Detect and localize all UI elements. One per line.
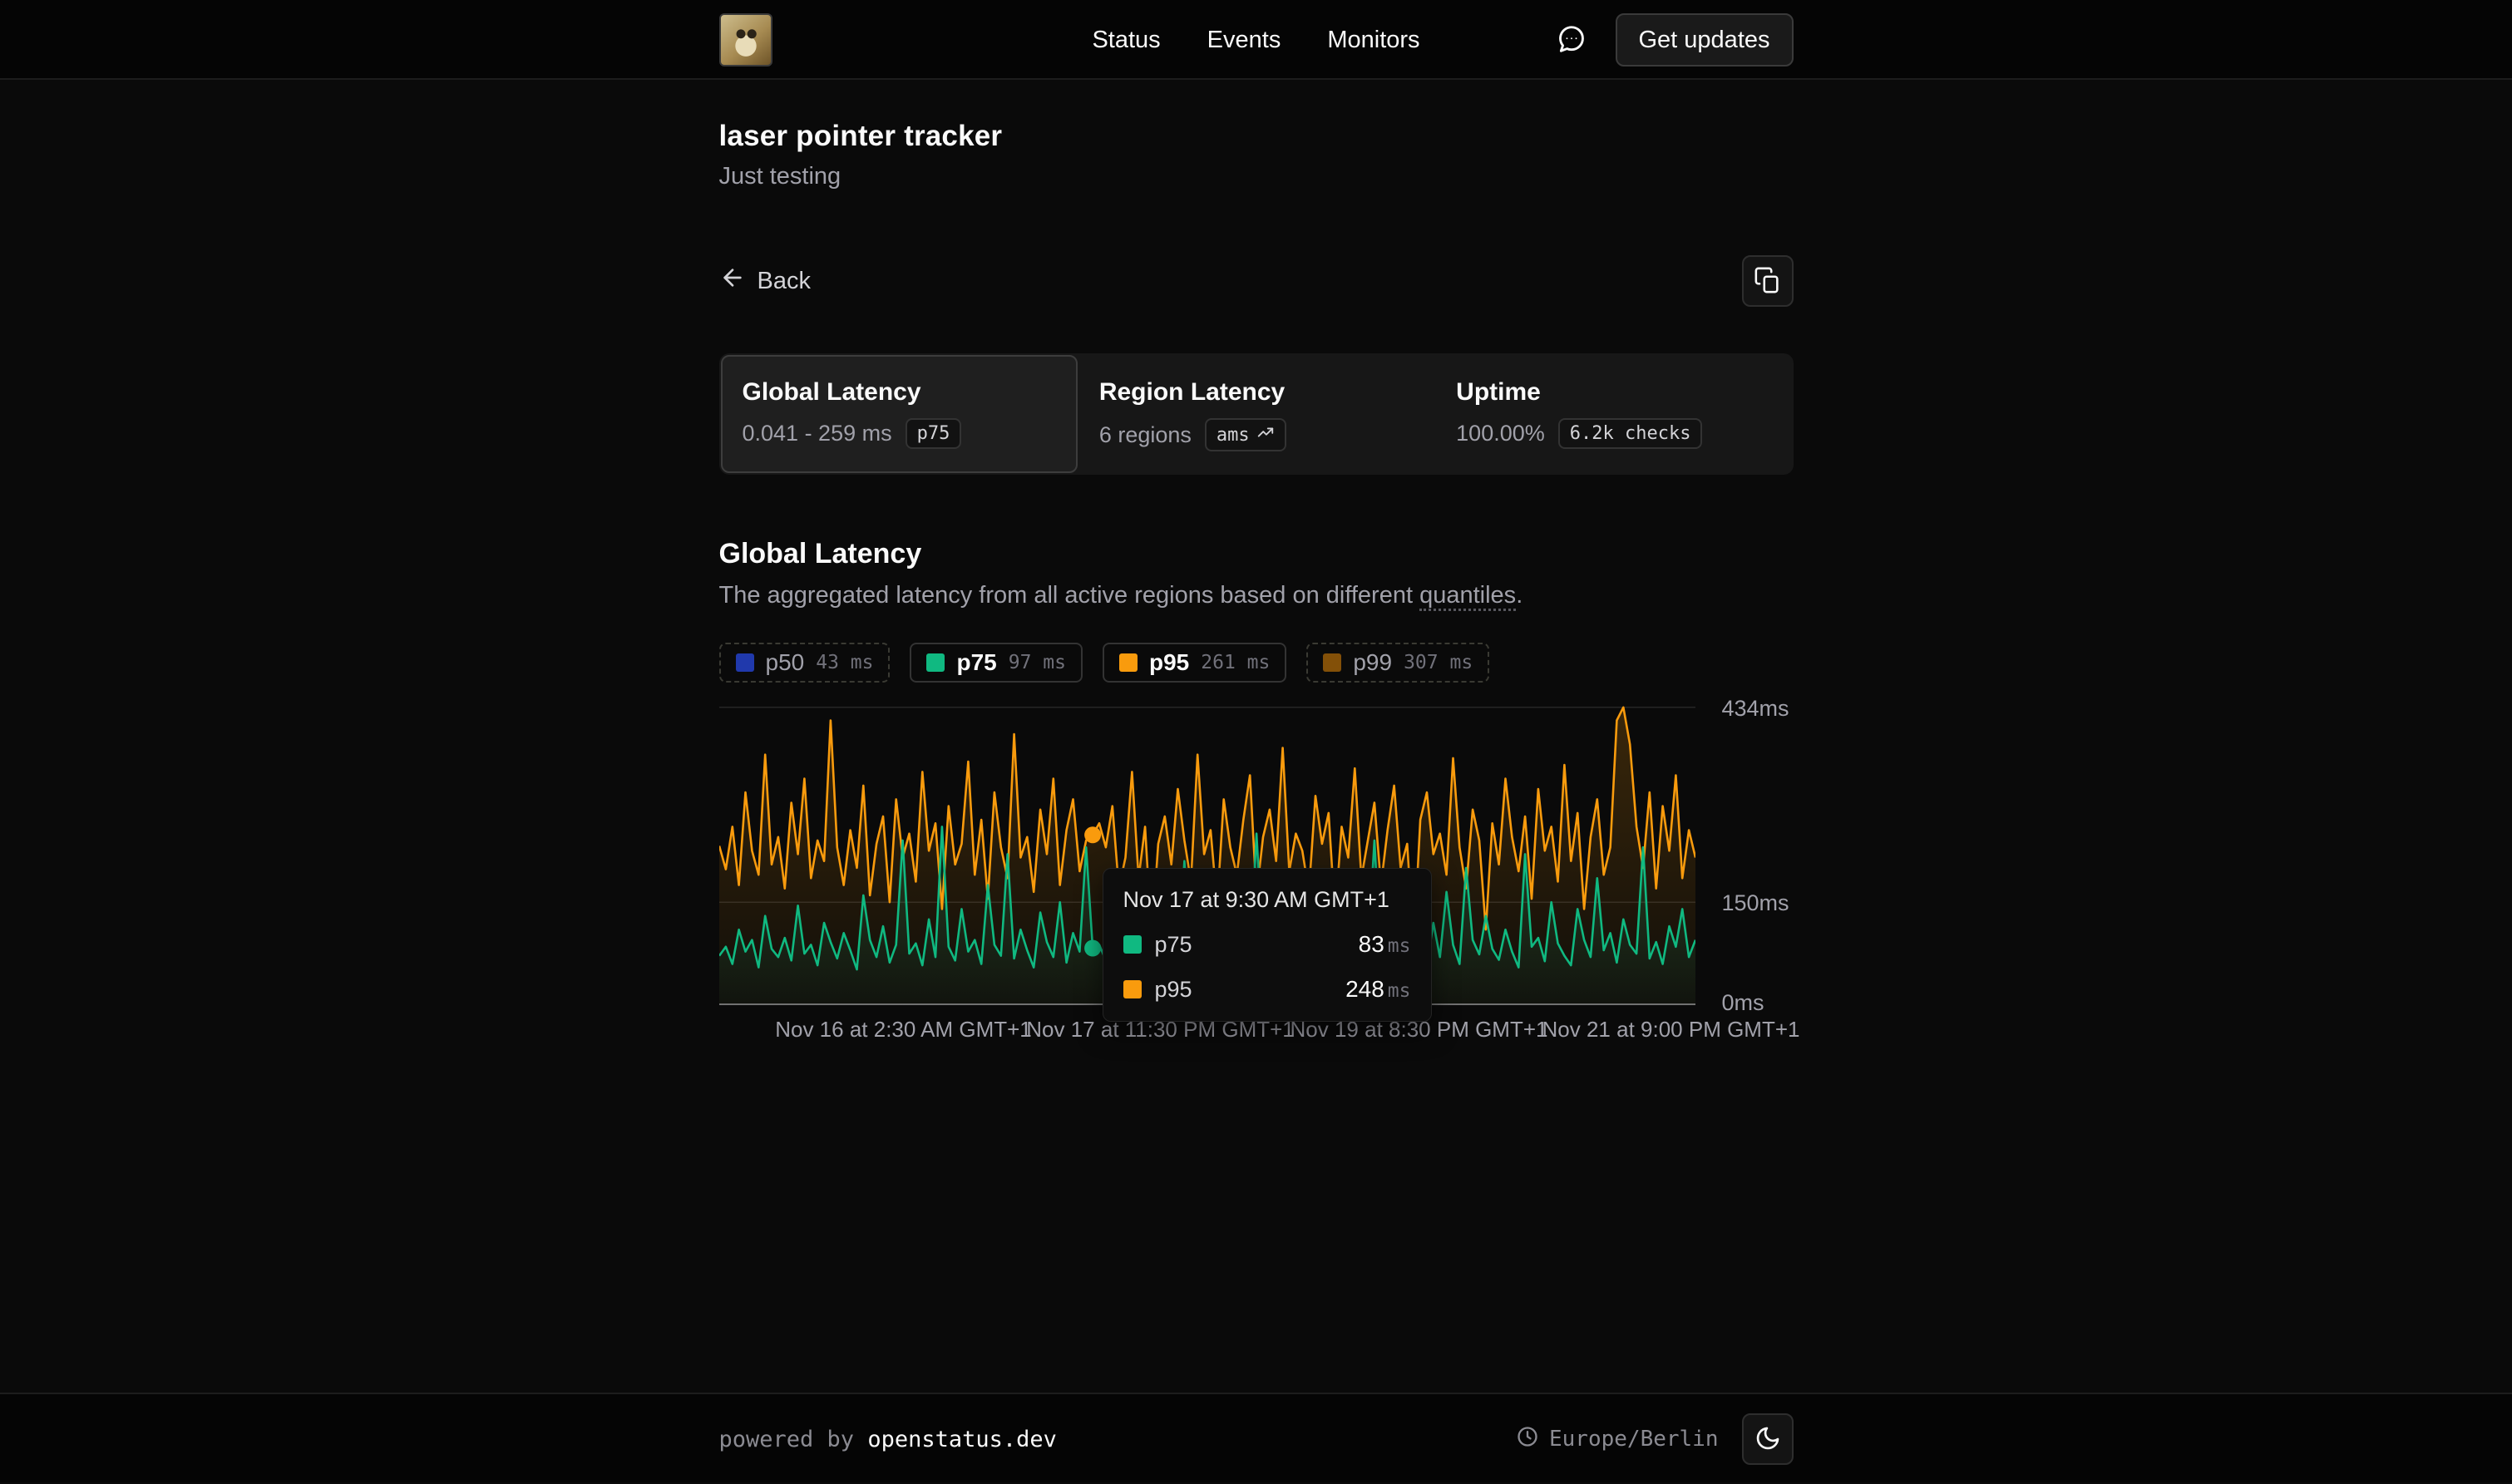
chat-bubble-icon — [1556, 23, 1587, 57]
back-label: Back — [758, 268, 811, 295]
tab-value: 100.00% — [1456, 421, 1545, 446]
region-badge: ams — [1205, 418, 1286, 451]
trending-up-icon — [1256, 423, 1275, 446]
status-page-logo[interactable] — [719, 13, 772, 67]
nav-link-events[interactable]: Events — [1207, 27, 1281, 54]
legend-toggle-p50[interactable]: p50 43 ms — [719, 643, 891, 683]
clock-icon — [1516, 1425, 1539, 1454]
p99-swatch — [1323, 653, 1341, 672]
y-tick-150: 150ms — [1722, 890, 1789, 916]
tab-global-latency[interactable]: Global Latency 0.041 - 259 ms p75 — [721, 355, 1078, 473]
p50-swatch — [736, 653, 754, 672]
copy-link-button[interactable] — [1742, 255, 1794, 307]
checks-badge: 6.2k checks — [1558, 418, 1703, 449]
p75-swatch — [1123, 935, 1142, 954]
tooltip-row-p95: p95 248ms — [1123, 976, 1411, 1003]
legend-toggle-p75[interactable]: p75 97 ms — [910, 643, 1083, 683]
top-nav: Status Events Monitors Get updates — [0, 0, 2512, 80]
p75-swatch — [926, 653, 945, 672]
x-tick-4: Nov 21 at 9:00 PM GMT+1 — [1542, 1017, 1800, 1043]
tooltip-row-p75: p75 83ms — [1123, 931, 1411, 958]
copy-icon — [1754, 266, 1782, 297]
section-heading: Global Latency — [719, 538, 1794, 570]
back-link[interactable]: Back — [719, 264, 811, 298]
quantile-legend: p50 43 ms p75 97 ms p95 261 ms p99 307 m… — [719, 643, 1794, 683]
latency-chart[interactable]: Nov 17 at 9:30 AM GMT+1 p75 83ms p95 248… — [719, 703, 1794, 1050]
y-tick-0: 0ms — [1722, 990, 1764, 1016]
arrow-left-icon — [719, 264, 746, 298]
tab-title: Region Latency — [1099, 378, 1413, 407]
timezone-indicator: Europe/Berlin — [1516, 1425, 1719, 1454]
x-tick-1: Nov 16 at 2:30 AM GMT+1 — [775, 1017, 1032, 1043]
moon-icon — [1754, 1425, 1781, 1454]
tab-title: Global Latency — [743, 378, 1056, 407]
tooltip-timestamp: Nov 17 at 9:30 AM GMT+1 — [1123, 887, 1411, 913]
footer: powered by openstatus.dev Europe/Berlin — [0, 1393, 2512, 1482]
nav-link-monitors[interactable]: Monitors — [1327, 27, 1419, 54]
page-subtitle: Just testing — [719, 163, 1794, 190]
p95-swatch — [1119, 653, 1138, 672]
section-description: The aggregated latency from all active r… — [719, 582, 1794, 609]
theme-toggle-button[interactable] — [1742, 1413, 1794, 1465]
tab-region-latency[interactable]: Region Latency 6 regions ams — [1078, 355, 1434, 473]
x-axis: Nov 16 at 2:30 AM GMT+1 Nov 17 at 11:30 … — [719, 1017, 1695, 1050]
page-title: laser pointer tracker — [719, 120, 1794, 153]
tab-value: 6 regions — [1099, 422, 1192, 448]
openstatus-link[interactable]: openstatus.dev — [867, 1427, 1057, 1452]
nav-link-status[interactable]: Status — [1092, 27, 1160, 54]
feedback-chat-button[interactable] — [1556, 23, 1587, 57]
get-updates-button[interactable]: Get updates — [1616, 13, 1794, 67]
metric-tabs: Global Latency 0.041 - 259 ms p75 Region… — [719, 353, 1794, 475]
p95-swatch — [1123, 980, 1142, 998]
quantiles-term[interactable]: quantiles — [1419, 582, 1516, 611]
y-tick-434: 434ms — [1722, 696, 1789, 722]
legend-toggle-p95[interactable]: p95 261 ms — [1103, 643, 1286, 683]
tab-uptime[interactable]: Uptime 100.00% 6.2k checks — [1434, 355, 1791, 473]
legend-toggle-p99[interactable]: p99 307 ms — [1306, 643, 1489, 683]
quantile-badge: p75 — [906, 418, 962, 449]
nav-links: Status Events Monitors — [1092, 27, 1419, 54]
tab-title: Uptime — [1456, 378, 1769, 407]
y-axis: 434ms 150ms 0ms — [1722, 703, 1814, 1005]
chart-tooltip: Nov 17 at 9:30 AM GMT+1 p75 83ms p95 248… — [1103, 868, 1432, 1022]
powered-by: powered by openstatus.dev — [719, 1427, 1057, 1452]
tab-value: 0.041 - 259 ms — [743, 421, 892, 446]
